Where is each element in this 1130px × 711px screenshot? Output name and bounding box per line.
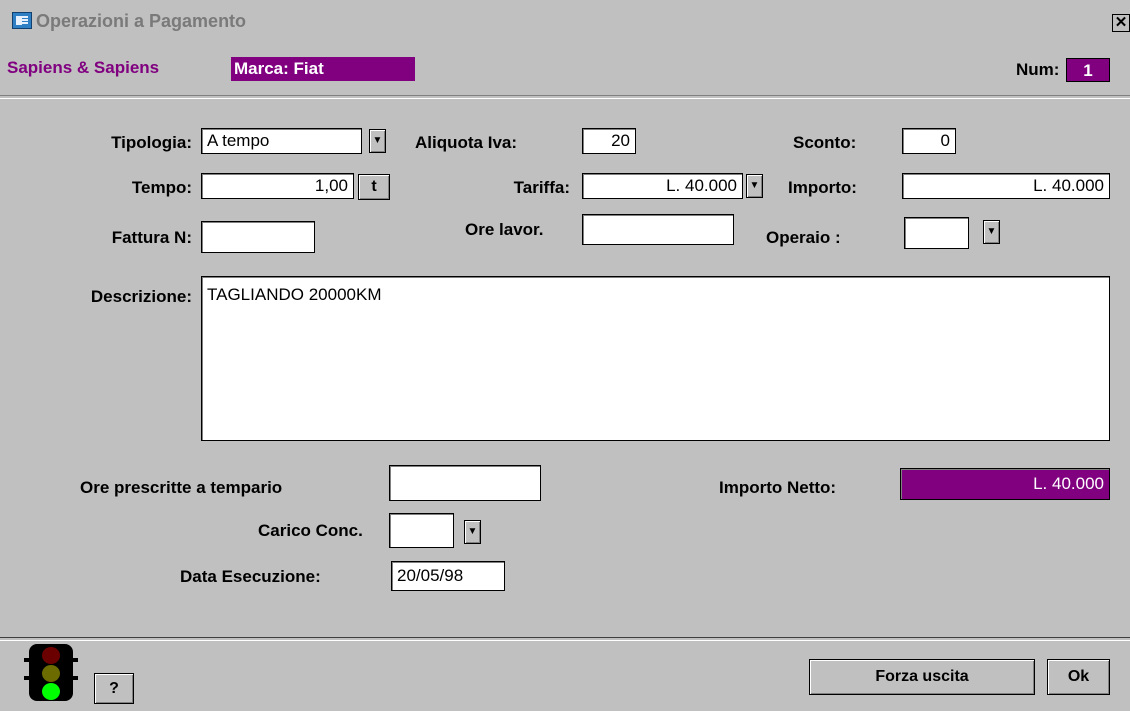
tariffa-select[interactable]: L. 40.000 xyxy=(582,173,743,199)
descrizione-textarea[interactable]: TAGLIANDO 20000KM xyxy=(201,276,1110,441)
aliquota-iva-input[interactable]: 20 xyxy=(582,128,636,154)
operaio-select[interactable] xyxy=(904,217,969,249)
dropdown-arrow-icon: ▼ xyxy=(986,226,997,237)
ore-lavor-input[interactable] xyxy=(582,214,734,245)
operaio-dropdown-button[interactable]: ▼ xyxy=(983,220,1000,244)
tempo-input[interactable]: 1,00 xyxy=(201,173,354,199)
sconto-input[interactable]: 0 xyxy=(902,128,956,154)
ok-button[interactable]: Ok xyxy=(1047,659,1110,695)
title-bar: Operazioni a Pagamento ✕ xyxy=(0,0,1130,44)
carico-conc-dropdown-button[interactable]: ▼ xyxy=(464,520,481,544)
close-button[interactable]: ✕ xyxy=(1112,14,1130,32)
tempo-calc-button[interactable]: t xyxy=(358,174,390,200)
dropdown-arrow-icon: ▼ xyxy=(372,135,383,146)
importo-input[interactable]: L. 40.000 xyxy=(902,173,1110,199)
operaio-label: Operaio : xyxy=(766,228,841,247)
data-esecuzione-input[interactable]: 20/05/98 xyxy=(391,561,505,591)
traffic-light-green xyxy=(42,683,60,700)
sconto-label: Sconto: xyxy=(793,133,857,152)
window-icon xyxy=(12,12,32,29)
data-esecuzione-label: Data Esecuzione: xyxy=(180,567,321,586)
carico-conc-select[interactable] xyxy=(389,513,454,548)
ore-lavor-label: Ore lavor. xyxy=(465,220,544,239)
forza-uscita-button[interactable]: Forza uscita xyxy=(809,659,1035,695)
tempo-label: Tempo: xyxy=(131,178,192,197)
dropdown-arrow-icon: ▼ xyxy=(749,180,760,191)
tariffa-dropdown-button[interactable]: ▼ xyxy=(746,174,763,198)
marca-badge: Marca: Fiat xyxy=(231,57,415,81)
carico-conc-label: Carico Conc. xyxy=(258,521,363,540)
close-icon: ✕ xyxy=(1114,14,1128,31)
header-divider xyxy=(0,95,1130,99)
help-button[interactable]: ? xyxy=(94,673,134,704)
traffic-light-red xyxy=(42,647,60,664)
tipologia-label: Tipologia: xyxy=(111,133,192,152)
tipologia-select[interactable]: A tempo xyxy=(201,128,362,154)
traffic-light-yellow xyxy=(42,665,60,682)
ore-prescritte-label: Ore prescritte a tempario xyxy=(80,478,283,497)
ore-prescritte-input[interactable] xyxy=(389,465,541,501)
num-value: 1 xyxy=(1066,58,1110,82)
tipologia-dropdown-button[interactable]: ▼ xyxy=(369,129,386,153)
aliquota-iva-label: Aliquota Iva: xyxy=(415,133,518,152)
importo-label: Importo: xyxy=(788,178,857,197)
window-title: Operazioni a Pagamento xyxy=(36,11,247,31)
tariffa-label: Tariffa: xyxy=(513,178,570,197)
traffic-light-icon xyxy=(24,644,78,701)
fattura-label: Fattura N: xyxy=(111,228,192,247)
company-name: Sapiens & Sapiens xyxy=(7,58,160,77)
descrizione-label: Descrizione: xyxy=(90,287,192,306)
fattura-input[interactable] xyxy=(201,221,315,253)
footer-divider xyxy=(0,637,1130,641)
importo-netto-value: L. 40.000 xyxy=(900,468,1110,500)
importo-netto-label: Importo Netto: xyxy=(719,478,837,497)
num-label: Num: xyxy=(1016,60,1060,79)
dropdown-arrow-icon: ▼ xyxy=(467,526,478,537)
